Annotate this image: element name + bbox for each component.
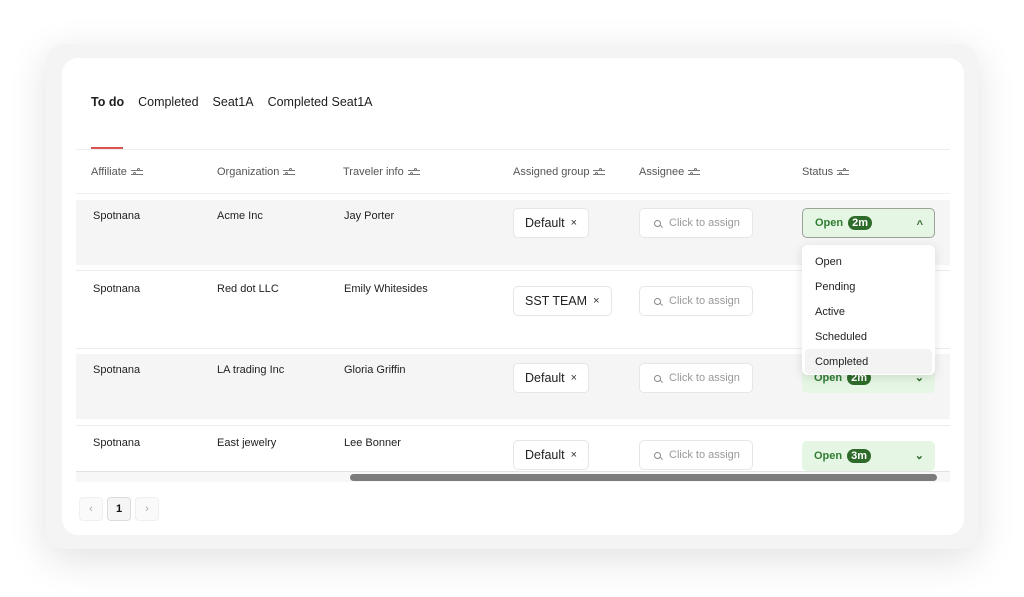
traveler-cell: Lee Bonner [344, 437, 401, 449]
column-label: Traveler info [343, 166, 404, 178]
filter-icon[interactable] [688, 167, 701, 177]
column-label: Assigned group [513, 166, 590, 178]
close-icon[interactable]: × [593, 295, 599, 307]
assignee-input[interactable]: Click to assign [639, 363, 753, 393]
assignee-placeholder: Click to assign [669, 449, 740, 461]
group-label: SST TEAM [525, 294, 588, 308]
search-icon [654, 219, 661, 227]
tab-seat1a[interactable]: Seat1A [213, 95, 254, 109]
page-1-button[interactable]: 1 [107, 497, 131, 521]
prev-page-button[interactable]: ‹ [79, 497, 103, 521]
search-icon [654, 297, 661, 305]
column-header-organization[interactable]: Organization [217, 166, 296, 178]
status-label: Open [815, 217, 844, 229]
next-page-button[interactable]: › [135, 497, 159, 521]
status-option-pending[interactable]: Pending [805, 274, 932, 299]
column-header-assignee[interactable]: Assignee [639, 166, 701, 178]
filter-icon[interactable] [837, 167, 850, 177]
status-dropdown-menu: Open Pending Active Scheduled Completed [802, 245, 935, 375]
status-label: Open [814, 450, 843, 462]
assignee-input[interactable]: Click to assign [639, 286, 753, 316]
organization-cell: Acme Inc [217, 210, 263, 222]
filter-icon[interactable] [407, 167, 420, 177]
traveler-cell: Gloria Griffin [344, 364, 406, 376]
horizontal-scrollbar-thumb[interactable] [350, 474, 937, 481]
filter-icon[interactable] [130, 167, 143, 177]
tab-completed[interactable]: Completed [138, 95, 198, 109]
chevron-down-icon: ⌄ [914, 450, 924, 462]
organization-cell: Red dot LLC [217, 283, 279, 295]
group-label: Default [525, 216, 565, 230]
close-icon[interactable]: × [571, 449, 577, 461]
table-header: Affiliate Organization Traveler info Ass… [76, 150, 950, 194]
tab-to-do[interactable]: To do [91, 95, 124, 109]
assignee-placeholder: Click to assign [669, 217, 740, 229]
tab-bar: To do Completed Seat1A Completed Seat1A [91, 95, 373, 109]
assignee-placeholder: Click to assign [669, 295, 740, 307]
assigned-group-chip[interactable]: Default × [513, 208, 590, 238]
search-icon [654, 374, 661, 382]
close-icon[interactable]: × [571, 372, 577, 384]
column-header-affiliate[interactable]: Affiliate [91, 166, 143, 178]
column-label: Affiliate [91, 166, 127, 178]
status-option-open[interactable]: Open [805, 249, 932, 274]
column-header-status[interactable]: Status [802, 166, 850, 178]
group-label: Default [525, 371, 565, 385]
status-select[interactable]: Open 3m ⌄ [802, 441, 935, 471]
age-badge: 2m [848, 216, 873, 230]
filter-icon[interactable] [593, 167, 606, 177]
column-label: Organization [217, 166, 280, 178]
active-tab-indicator [91, 147, 123, 149]
search-icon [654, 451, 661, 459]
assigned-group-chip[interactable]: Default × [513, 440, 590, 470]
age-badge: 3m [847, 449, 872, 463]
assigned-group-chip[interactable]: SST TEAM × [513, 286, 612, 316]
assignee-input[interactable]: Click to assign [639, 208, 753, 238]
row-divider [76, 425, 950, 426]
group-label: Default [525, 448, 565, 462]
affiliate-cell: Spotnana [93, 437, 141, 449]
affiliate-cell: Spotnana [93, 210, 141, 222]
column-header-assigned-group[interactable]: Assigned group [513, 166, 606, 178]
assigned-group-chip[interactable]: Default × [513, 363, 590, 393]
assignee-input[interactable]: Click to assign [639, 440, 753, 470]
close-icon[interactable]: × [571, 217, 577, 229]
tab-completed-seat1a[interactable]: Completed Seat1A [268, 95, 373, 109]
traveler-cell: Emily Whitesides [344, 283, 428, 295]
column-label: Assignee [639, 166, 685, 178]
status-option-completed[interactable]: Completed [805, 349, 932, 374]
affiliate-cell: Spotnana [93, 364, 141, 376]
column-header-traveler-info[interactable]: Traveler info [343, 166, 420, 178]
affiliate-cell: Spotnana [93, 283, 141, 295]
status-option-active[interactable]: Active [805, 299, 932, 324]
chevron-up-icon: ^ [916, 219, 923, 231]
filter-icon[interactable] [283, 167, 296, 177]
traveler-cell: Jay Porter [344, 210, 395, 222]
status-select[interactable]: Open 2m ^ [802, 208, 935, 238]
organization-cell: East jewelry [217, 437, 277, 449]
organization-cell: LA trading Inc [217, 364, 285, 376]
column-label: Status [802, 166, 834, 178]
status-option-scheduled[interactable]: Scheduled [805, 324, 932, 349]
assignee-placeholder: Click to assign [669, 372, 740, 384]
